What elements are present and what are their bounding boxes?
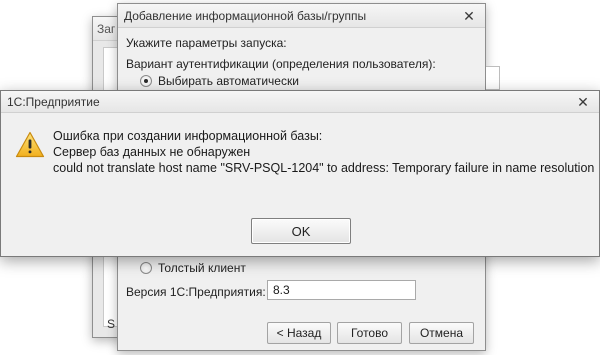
- finish-button[interactable]: Готово: [337, 322, 402, 344]
- add-infobase-close-icon[interactable]: ✕: [457, 4, 481, 28]
- error-line-1: Ошибка при создании информационной базы:: [53, 129, 323, 143]
- thick-client-label: Толстый клиент: [158, 261, 246, 275]
- auth-auto-radio[interactable]: [140, 75, 152, 87]
- auth-auto-label: Выбирать автоматически: [158, 74, 299, 88]
- auth-variant-label: Вариант аутентификации (определения поль…: [126, 57, 436, 71]
- background-window-letter: S: [107, 317, 116, 331]
- warning-icon: [15, 131, 45, 158]
- launch-params-label: Укажите параметры запуска:: [126, 36, 287, 50]
- version-label: Версия 1С:Предприятия:: [126, 285, 266, 299]
- error-dialog-title: 1С:Предприятие: [1, 91, 599, 113]
- error-line-2: Сервер баз данных не обнаружен: [53, 145, 251, 159]
- error-dialog: 1С:Предприятие ✕ Ошибка при создании инф…: [0, 90, 600, 257]
- thick-client-radio[interactable]: [140, 262, 152, 274]
- back-button[interactable]: < Назад: [267, 322, 331, 344]
- error-line-3: could not translate host name "SRV-PSQL-…: [53, 161, 595, 175]
- error-message: Ошибка при создании информационной базы:…: [53, 128, 594, 176]
- ok-button[interactable]: OK: [251, 218, 351, 244]
- error-dialog-close-icon[interactable]: ✕: [571, 91, 595, 113]
- cancel-button[interactable]: Отмена: [409, 322, 474, 344]
- version-field[interactable]: 8.3: [267, 280, 416, 300]
- add-infobase-title: Добавление информационной базы/группы: [118, 4, 485, 28]
- background-window-edge: [486, 66, 500, 90]
